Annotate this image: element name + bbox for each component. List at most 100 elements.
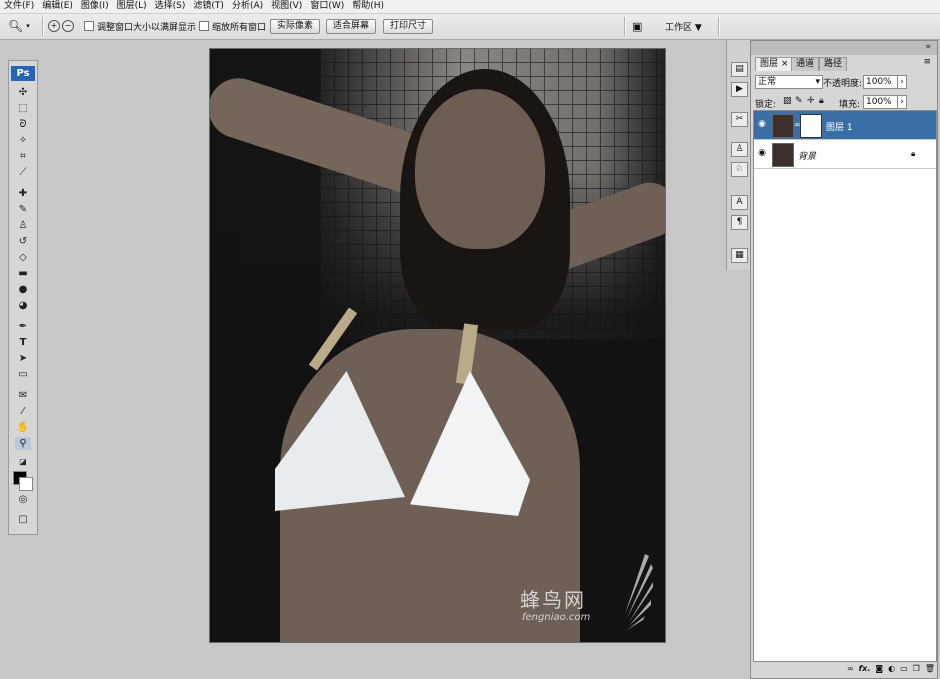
- crop-tool-icon[interactable]: ⌗: [15, 150, 31, 163]
- eyedropper-icon[interactable]: ⁄: [15, 405, 31, 418]
- type-tool-icon[interactable]: T: [15, 336, 31, 349]
- tab-channels[interactable]: 通道: [791, 57, 820, 71]
- lock-transparent-icon[interactable]: ▨: [783, 96, 792, 106]
- gradient-tool-icon[interactable]: ▬: [15, 267, 31, 280]
- lock-image-icon[interactable]: ✎: [795, 96, 803, 106]
- blur-tool-icon[interactable]: ●: [15, 283, 31, 296]
- group-icon[interactable]: ▭: [900, 664, 908, 673]
- eraser-tool-icon[interactable]: ◇: [15, 251, 31, 264]
- close-icon[interactable]: ×: [781, 59, 789, 69]
- zoom-tool-icon[interactable]: ⚲: [15, 437, 31, 450]
- brushes-icon[interactable]: ♙: [731, 142, 748, 157]
- actions-icon[interactable]: ▶: [731, 82, 748, 97]
- paragraph-icon[interactable]: ¶: [731, 215, 748, 230]
- layer-comps-icon[interactable]: ▦: [731, 248, 748, 263]
- hand-tool-icon[interactable]: ✋: [15, 421, 31, 434]
- layer-name: 图层 1: [826, 123, 853, 133]
- ps-logo: Ps: [11, 66, 35, 81]
- photo-face: [415, 89, 545, 249]
- zoom-out-icon[interactable]: −: [62, 20, 74, 32]
- brush-tool-icon[interactable]: ✎: [15, 203, 31, 216]
- divider: [42, 17, 44, 36]
- notes-tool-icon[interactable]: ✉: [15, 389, 31, 402]
- zoom-in-icon[interactable]: +: [48, 20, 60, 32]
- chevron-down-icon: ▾: [815, 77, 820, 87]
- divider: [624, 17, 626, 36]
- pen-tool-icon[interactable]: ✒: [15, 320, 31, 333]
- menu-image[interactable]: 图像(I): [77, 0, 113, 13]
- tab-label: 图层: [760, 59, 779, 69]
- history-brush-icon[interactable]: ↺: [15, 235, 31, 248]
- quick-mask-icon[interactable]: ◎: [15, 493, 31, 506]
- eye-icon[interactable]: ◉: [757, 148, 767, 158]
- tool-preset-picker[interactable]: 🔍︎ ▾: [8, 19, 30, 33]
- zoom-all-windows-checkbox[interactable]: 缩放所有窗口: [199, 19, 266, 33]
- layer-row-layer1[interactable]: ◉ ∞ 图层 1: [754, 111, 936, 140]
- marquee-tool-icon[interactable]: ⬚: [15, 102, 31, 115]
- menu-analysis[interactable]: 分析(A): [228, 0, 267, 13]
- panel-header: »: [751, 41, 937, 55]
- menu-window[interactable]: 窗口(W): [306, 0, 348, 13]
- default-colors-icon[interactable]: ◪ ⇆: [15, 455, 31, 479]
- dodge-tool-icon[interactable]: ◕: [15, 299, 31, 312]
- blend-mode-select[interactable]: 正常 ▾: [755, 75, 823, 89]
- layer-mask-thumbnail[interactable]: [800, 114, 822, 138]
- toolbox: Ps ✣ ⬚ ᘐ ✧ ⌗ ⟋ ✚ ✎ ♙ ↺ ◇ ▬ ● ◕ ✒ T ➤ ▭ ✉…: [8, 60, 38, 535]
- tab-layers[interactable]: 图层 ×: [755, 57, 794, 71]
- move-tool-icon[interactable]: ✣: [15, 86, 31, 99]
- path-selection-icon[interactable]: ➤: [15, 352, 31, 365]
- magic-wand-icon[interactable]: ✧: [15, 134, 31, 147]
- fill-arrow-icon[interactable]: ›: [897, 95, 907, 109]
- mask-icon[interactable]: ◙: [875, 664, 883, 673]
- clone-source-icon[interactable]: ♘: [731, 162, 748, 177]
- resize-windows-label: 调整窗口大小以满屏显示: [97, 22, 197, 33]
- menu-help[interactable]: 帮助(H): [348, 0, 388, 13]
- opacity-label: 不透明度:: [823, 79, 863, 89]
- resize-windows-checkbox[interactable]: 调整窗口大小以满屏显示: [84, 19, 196, 33]
- navigator-icon[interactable]: ▤: [731, 62, 748, 77]
- chevron-down-icon: ▾: [26, 22, 30, 30]
- layers-bottom-bar: ∞ fx. ◙ ◐ ▭ ❐ 🗑︎: [753, 661, 935, 675]
- actual-pixels-button[interactable]: 实际像素: [270, 19, 320, 34]
- new-layer-icon[interactable]: ❐: [913, 664, 920, 673]
- fit-screen-button[interactable]: 适合屏幕: [326, 19, 376, 34]
- shape-tool-icon[interactable]: ▭: [15, 368, 31, 381]
- lock-position-icon[interactable]: ✛: [807, 96, 815, 106]
- workspace-menu[interactable]: 工作区 ▼: [665, 19, 702, 33]
- menu-view[interactable]: 视图(V): [267, 0, 306, 13]
- document-canvas[interactable]: 蜂鸟网 fengniao.com: [209, 48, 666, 643]
- menu-layer[interactable]: 图层(L): [113, 0, 151, 13]
- panel-menu-icon[interactable]: ≡: [923, 57, 931, 67]
- clone-stamp-icon[interactable]: ♙: [15, 219, 31, 232]
- zoom-tool-icon: 🔍︎: [8, 19, 24, 33]
- trash-icon[interactable]: 🗑︎: [925, 664, 935, 673]
- opacity-arrow-icon[interactable]: ›: [897, 75, 907, 89]
- slice-tool-icon[interactable]: ⟋: [15, 166, 31, 179]
- lock-all-icon[interactable]: 🔒︎: [819, 96, 824, 106]
- collapse-icon[interactable]: »: [925, 42, 931, 52]
- watermark-text: 蜂鸟网: [520, 588, 586, 612]
- tools-preset-icon[interactable]: ✂: [731, 112, 748, 127]
- link-icon[interactable]: ∞: [847, 664, 854, 673]
- healing-brush-icon[interactable]: ✚: [15, 187, 31, 200]
- background-color-swatch[interactable]: [19, 477, 33, 491]
- layer-row-background[interactable]: ◉ 背景 🔒︎: [754, 140, 936, 169]
- menu-filter[interactable]: 滤镜(T): [189, 0, 228, 13]
- fx-icon[interactable]: fx.: [859, 664, 871, 673]
- layer-thumbnail: [772, 114, 794, 138]
- layers-list: ◉ ∞ 图层 1 ◉ 背景 🔒︎: [753, 110, 937, 662]
- screen-mode-icon[interactable]: ▢: [15, 513, 31, 526]
- eye-icon[interactable]: ◉: [757, 119, 767, 129]
- fill-input[interactable]: 100%: [863, 95, 899, 109]
- menu-edit[interactable]: 编辑(E): [38, 0, 77, 13]
- print-size-button[interactable]: 打印尺寸: [383, 19, 433, 34]
- layer-thumbnail: [772, 143, 794, 167]
- lasso-tool-icon[interactable]: ᘐ: [15, 118, 31, 131]
- menu-select[interactable]: 选择(S): [151, 0, 190, 13]
- adjustment-icon[interactable]: ◐: [888, 664, 895, 673]
- menu-file[interactable]: 文件(F): [0, 0, 38, 13]
- bridge-icon[interactable]: ▣: [632, 19, 642, 33]
- opacity-input[interactable]: 100%: [863, 75, 899, 89]
- tab-paths[interactable]: 路径: [819, 57, 848, 71]
- character-icon[interactable]: A: [731, 195, 748, 210]
